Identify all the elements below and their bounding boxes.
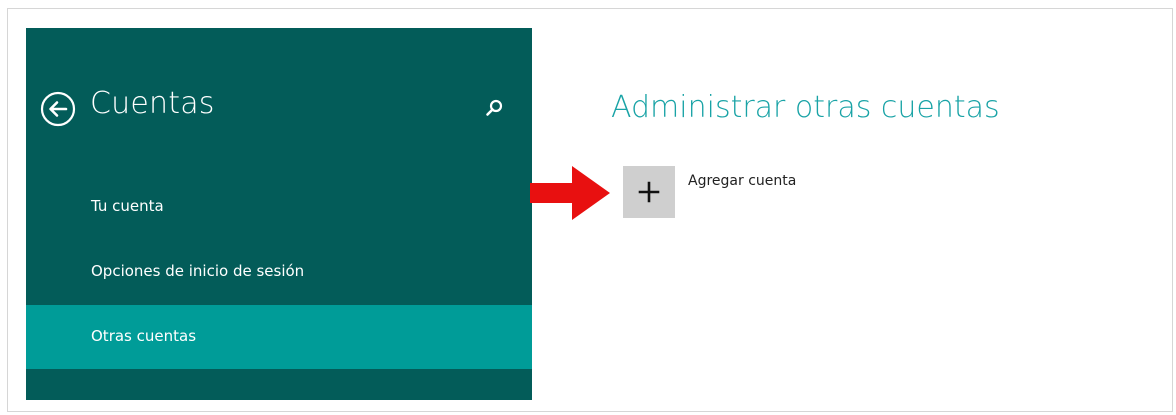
search-button[interactable] xyxy=(484,98,504,118)
sidebar-item-opciones-inicio-sesion[interactable]: Opciones de inicio de sesión xyxy=(26,240,532,304)
section-title: Administrar otras cuentas xyxy=(611,90,1000,125)
sidebar-item-label: Tu cuenta xyxy=(91,197,164,215)
red-arrow-icon xyxy=(530,166,610,220)
back-arrow-circle-icon xyxy=(40,91,76,127)
sidebar-item-otras-cuentas[interactable]: Otras cuentas xyxy=(26,305,532,369)
sidebar-item-tu-cuenta[interactable]: Tu cuenta xyxy=(26,175,532,239)
plus-icon xyxy=(638,181,660,203)
search-icon xyxy=(486,99,503,116)
add-account-button[interactable] xyxy=(623,166,675,218)
add-account-label[interactable]: Agregar cuenta xyxy=(688,173,796,189)
sidebar-item-label: Opciones de inicio de sesión xyxy=(91,262,305,280)
page-title: Cuentas xyxy=(90,86,215,121)
sidebar-item-label: Otras cuentas xyxy=(91,327,197,345)
back-button[interactable] xyxy=(40,91,76,127)
